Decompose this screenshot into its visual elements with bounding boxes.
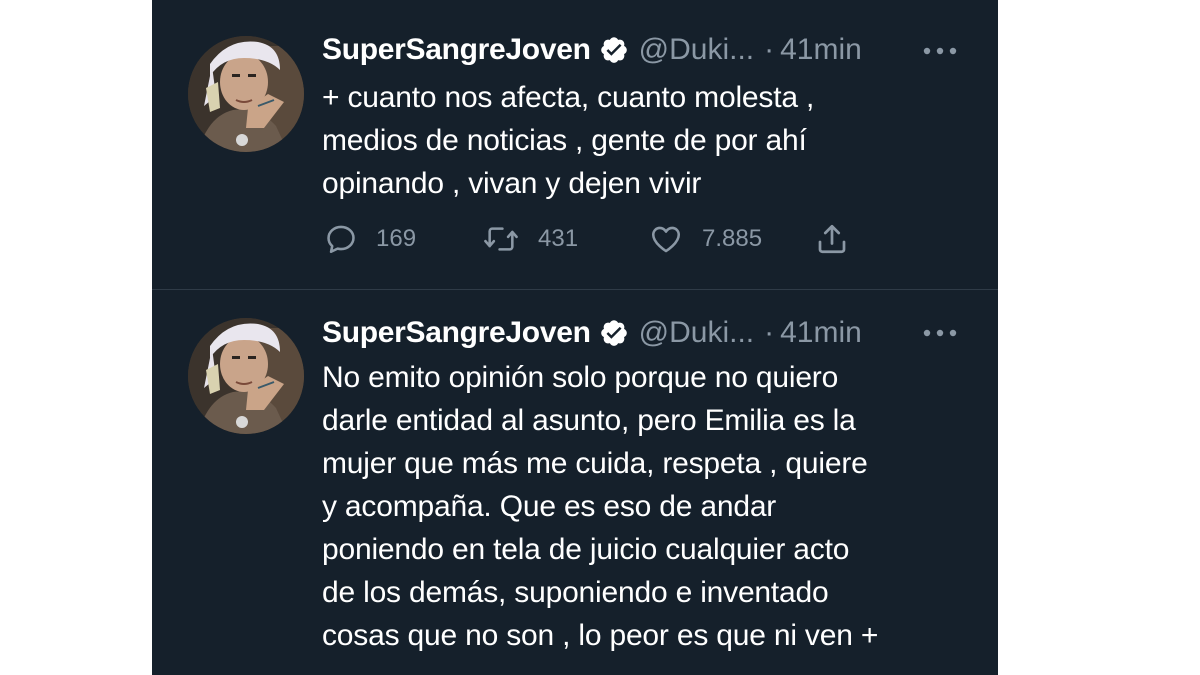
retweet-button[interactable]: 431: [482, 216, 578, 262]
timeline: SuperSangreJoven @Duki... · 41min + cuan…: [152, 0, 998, 675]
retweet-icon: [482, 222, 520, 256]
handle[interactable]: @Duki...: [639, 315, 754, 351]
display-name[interactable]: SuperSangreJoven: [322, 315, 591, 351]
tweet-header: SuperSangreJoven @Duki... · 41min: [322, 32, 862, 68]
heart-icon: [648, 222, 684, 256]
verified-badge-icon: [599, 318, 629, 348]
tweet-header: SuperSangreJoven @Duki... · 41min: [322, 315, 862, 351]
tweet[interactable]: SuperSangreJoven @Duki... · 41min: [152, 0, 998, 289]
tweet[interactable]: SuperSangreJoven @Duki... · 41min: [152, 290, 998, 675]
reply-button[interactable]: 169: [324, 216, 416, 262]
avatar-photo: [188, 318, 304, 434]
retweet-count: 431: [538, 225, 579, 252]
like-count: 7.885: [702, 225, 763, 252]
avatar[interactable]: [188, 36, 304, 152]
tweet-text: No emito opinión solo porque no quiero d…: [322, 361, 879, 652]
tweet-actions: 169 431 7.885: [322, 216, 882, 262]
avatar-photo: [188, 36, 304, 152]
separator: ·: [764, 316, 775, 349]
reply-icon: [324, 222, 358, 256]
timestamp[interactable]: 41min: [780, 32, 862, 68]
more-options-icon[interactable]: [922, 44, 958, 56]
like-button[interactable]: 7.885: [648, 216, 762, 262]
page: SuperSangreJoven @Duki... · 41min + cuan…: [0, 0, 1200, 675]
tweet-text: + cuanto nos afecta, cuanto molesta , me…: [322, 81, 815, 200]
more-options-icon[interactable]: [922, 326, 958, 338]
share-button[interactable]: [814, 216, 850, 262]
verified-badge-icon: [599, 35, 629, 65]
handle[interactable]: @Duki...: [639, 32, 754, 68]
display-name[interactable]: SuperSangreJoven: [322, 32, 591, 68]
timestamp[interactable]: 41min: [780, 315, 862, 351]
separator: ·: [764, 33, 775, 66]
avatar[interactable]: [188, 318, 304, 434]
share-icon: [814, 221, 850, 257]
reply-count: 169: [376, 225, 417, 252]
